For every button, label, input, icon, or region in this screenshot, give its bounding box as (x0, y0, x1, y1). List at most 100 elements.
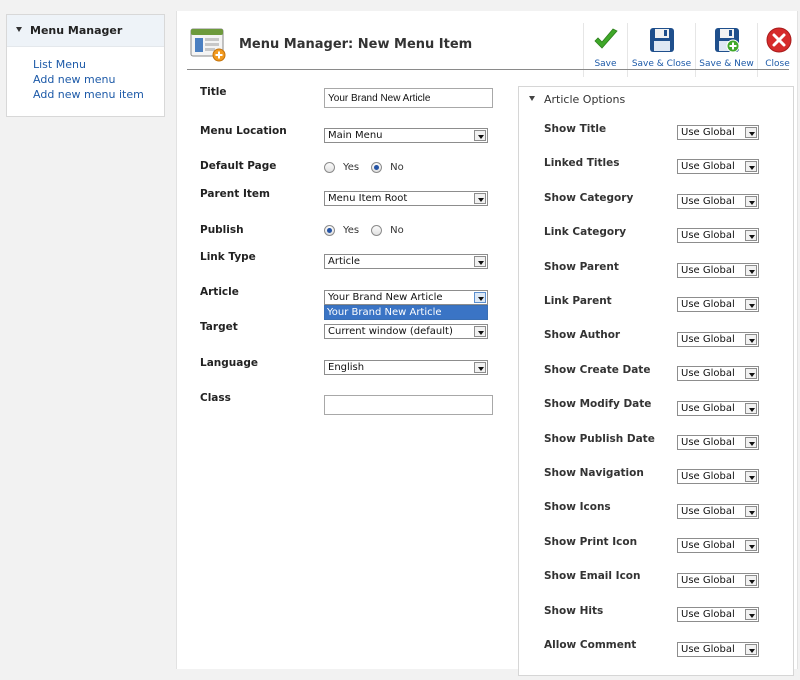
collapse-triangle-icon[interactable] (529, 96, 535, 101)
option-label: Link Parent (544, 295, 612, 307)
option-value: Use Global (681, 230, 735, 241)
show-category-select[interactable]: Use Global (677, 194, 759, 209)
option-value: Use Global (681, 368, 735, 379)
sidebar-title: Menu Manager (30, 24, 123, 37)
show-publish-date-select[interactable]: Use Global (677, 435, 759, 450)
dropdown-arrow-icon[interactable] (745, 506, 757, 517)
link-type-value: Article (328, 256, 361, 267)
dropdown-arrow-icon[interactable] (745, 575, 757, 586)
option-label: Show Author (544, 329, 621, 341)
dropdown-arrow-icon[interactable] (745, 437, 757, 448)
dropdown-arrow-icon[interactable] (474, 130, 486, 141)
title-label: Title (200, 86, 227, 98)
linked-titles-select[interactable]: Use Global (677, 159, 759, 174)
default-page-no-radio[interactable] (371, 162, 383, 173)
close-icon (766, 27, 792, 53)
dropdown-arrow-icon[interactable] (745, 265, 757, 276)
dropdown-arrow-icon[interactable] (745, 368, 757, 379)
sidebar-link-add-new-menu-item[interactable]: Add new menu item (33, 87, 164, 102)
menu-location-value: Main Menu (328, 130, 383, 141)
article-options-header[interactable]: Article Options (529, 93, 625, 106)
publish-no-radio[interactable] (371, 225, 383, 236)
article-select[interactable]: Your Brand New Article (324, 290, 488, 305)
article-dropdown-list: Your Brand New Article (324, 305, 488, 320)
link-type-label: Link Type (200, 251, 256, 263)
sidebar-links: List Menu Add new menu Add new menu item (7, 47, 164, 102)
sidebar-link-add-new-menu[interactable]: Add new menu (33, 72, 164, 87)
show-modify-date-select[interactable]: Use Global (677, 401, 759, 416)
article-dropdown-option[interactable]: Your Brand New Article (325, 306, 487, 319)
menu-location-label: Menu Location (200, 125, 287, 137)
header-divider (187, 69, 789, 70)
option-value: Use Global (681, 437, 735, 448)
language-select[interactable]: English (324, 360, 488, 375)
link-parent-select[interactable]: Use Global (677, 297, 759, 312)
option-label: Allow Comment (544, 639, 637, 651)
default-page-label: Default Page (200, 160, 277, 172)
dropdown-arrow-icon[interactable] (745, 644, 757, 655)
menu-item-add-icon (190, 28, 226, 62)
show-hits-select[interactable]: Use Global (677, 607, 759, 622)
option-label: Show Parent (544, 261, 619, 273)
sidebar-header[interactable]: Menu Manager (7, 15, 164, 47)
sidebar-link-list-menu[interactable]: List Menu (33, 57, 164, 72)
show-author-select[interactable]: Use Global (677, 332, 759, 347)
option-value: Use Global (681, 403, 735, 414)
option-label: Show Icons (544, 501, 611, 513)
dropdown-arrow-icon[interactable] (745, 403, 757, 414)
option-value: Use Global (681, 334, 735, 345)
article-label: Article (200, 286, 239, 298)
dropdown-arrow-icon[interactable] (745, 471, 757, 482)
allow-comment-select[interactable]: Use Global (677, 642, 759, 657)
option-value: Use Global (681, 575, 735, 586)
publish-yes-radio[interactable] (324, 225, 335, 236)
class-label: Class (200, 392, 231, 404)
publish-yes-label: Yes (343, 225, 360, 236)
class-input[interactable] (324, 395, 493, 415)
show-create-date-select[interactable]: Use Global (677, 366, 759, 381)
dropdown-arrow-icon[interactable] (745, 540, 757, 551)
show-print-icon-select[interactable]: Use Global (677, 538, 759, 553)
option-value: Use Global (681, 161, 735, 172)
dropdown-arrow-icon[interactable] (745, 334, 757, 345)
option-label: Show Category (544, 192, 634, 204)
target-select[interactable]: Current window (default) (324, 324, 488, 339)
option-label: Show Email Icon (544, 570, 641, 582)
collapse-triangle-icon[interactable] (16, 27, 22, 32)
dropdown-arrow-icon[interactable] (474, 326, 486, 337)
show-navigation-select[interactable]: Use Global (677, 469, 759, 484)
link-type-select[interactable]: Article (324, 254, 488, 269)
dropdown-arrow-icon[interactable] (474, 193, 486, 204)
option-label: Show Navigation (544, 467, 644, 479)
menu-location-select[interactable]: Main Menu (324, 128, 488, 143)
dropdown-arrow-icon[interactable] (474, 362, 486, 373)
option-value: Use Global (681, 299, 735, 310)
floppy-disk-icon (650, 28, 674, 52)
dropdown-arrow-icon[interactable] (745, 127, 757, 138)
language-label: Language (200, 357, 258, 369)
dropdown-arrow-icon[interactable] (745, 161, 757, 172)
option-value: Use Global (681, 265, 735, 276)
dropdown-arrow-icon[interactable] (745, 230, 757, 241)
target-value: Current window (default) (328, 326, 453, 337)
show-title-select[interactable]: Use Global (677, 125, 759, 140)
dropdown-arrow-icon[interactable] (474, 292, 486, 303)
default-page-radio-group: Yes No (324, 162, 404, 173)
dropdown-arrow-icon[interactable] (474, 256, 486, 267)
option-label: Link Category (544, 226, 627, 238)
title-input[interactable] (324, 88, 493, 108)
article-value: Your Brand New Article (328, 292, 443, 303)
save-close-label: Save & Close (631, 59, 692, 69)
close-label: Close (765, 59, 790, 69)
link-category-select[interactable]: Use Global (677, 228, 759, 243)
option-label: Show Print Icon (544, 536, 638, 548)
show-parent-select[interactable]: Use Global (677, 263, 759, 278)
default-page-yes-radio[interactable] (324, 162, 335, 173)
publish-no-label: No (390, 225, 404, 236)
show-email-icon-select[interactable]: Use Global (677, 573, 759, 588)
dropdown-arrow-icon[interactable] (745, 299, 757, 310)
dropdown-arrow-icon[interactable] (745, 196, 757, 207)
dropdown-arrow-icon[interactable] (745, 609, 757, 620)
parent-item-select[interactable]: Menu Item Root (324, 191, 488, 206)
show-icons-select[interactable]: Use Global (677, 504, 759, 519)
